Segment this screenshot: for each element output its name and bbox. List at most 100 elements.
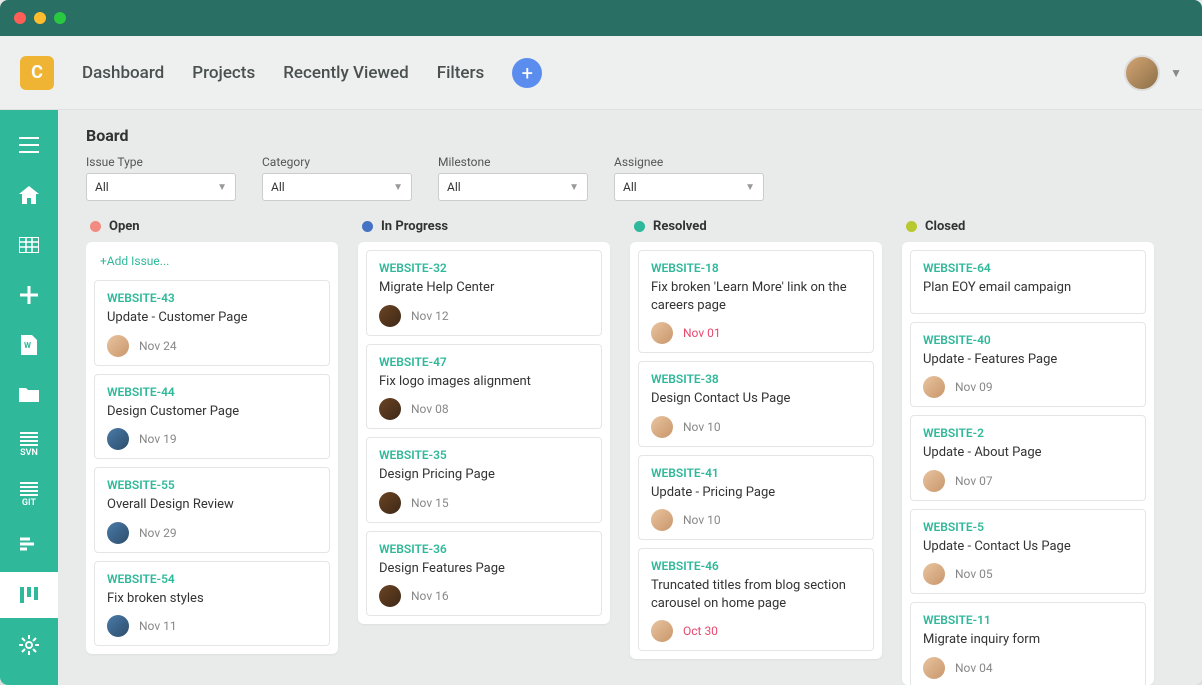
issue-meta: Nov 15 (379, 492, 589, 514)
column-body: WEBSITE-32Migrate Help CenterNov 12WEBSI… (358, 242, 610, 624)
issue-title: Fix broken styles (107, 590, 317, 608)
filter-assignee-label: Assignee (614, 155, 764, 169)
issue-title: Update - Features Page (923, 351, 1133, 369)
issue-title: Migrate inquiry form (923, 631, 1133, 649)
nav-projects[interactable]: Projects (192, 63, 255, 83)
sidebar-svn-label: SVN (20, 448, 38, 458)
issue-card[interactable]: WEBSITE-41Update - Pricing PageNov 10 (638, 455, 874, 541)
issue-card[interactable]: WEBSITE-40Update - Features PageNov 09 (910, 322, 1146, 408)
gear-icon (19, 635, 39, 655)
issue-id: WEBSITE-43 (107, 291, 317, 305)
issue-card[interactable]: WEBSITE-11Migrate inquiry formNov 04 (910, 602, 1146, 685)
filter-assignee: Assignee All ▼ (614, 155, 764, 201)
issue-due-date: Nov 10 (683, 513, 721, 527)
plus-icon (20, 286, 38, 304)
sidebar-menu-toggle[interactable] (0, 122, 58, 168)
issue-card[interactable]: WEBSITE-32Migrate Help CenterNov 12 (366, 250, 602, 336)
issue-card[interactable]: WEBSITE-18Fix broken 'Learn More' link o… (638, 250, 874, 353)
issue-title: Update - About Page (923, 444, 1133, 462)
issue-card[interactable]: WEBSITE-64Plan EOY email campaign (910, 250, 1146, 314)
sidebar-home[interactable] (0, 172, 58, 218)
sidebar-list[interactable] (0, 222, 58, 268)
app-logo[interactable]: C (20, 56, 54, 90)
issue-due-date: Nov 19 (139, 432, 177, 446)
issue-card[interactable]: WEBSITE-5Update - Contact Us PageNov 05 (910, 509, 1146, 595)
column-body: +Add Issue... WEBSITE-43Update - Customer… (86, 242, 338, 654)
issue-meta: Nov 07 (923, 470, 1133, 492)
column-header: Resolved (630, 219, 882, 234)
issue-title: Design Customer Page (107, 403, 317, 421)
assignee-avatar (107, 615, 129, 637)
document-icon: W (21, 335, 37, 355)
add-issue-button[interactable]: +Add Issue... (94, 250, 330, 272)
issue-title: Design Pricing Page (379, 466, 589, 484)
board-icon (20, 587, 38, 603)
issue-id: WEBSITE-44 (107, 385, 317, 399)
filter-milestone-select[interactable]: All ▼ (438, 173, 588, 201)
assignee-avatar (379, 398, 401, 420)
column-body: WEBSITE-18Fix broken 'Learn More' link o… (630, 242, 882, 659)
window-titlebar (0, 0, 1202, 36)
sidebar-git[interactable]: GIT (0, 472, 58, 518)
nav-filters[interactable]: Filters (437, 63, 485, 83)
sidebar-gantt[interactable] (0, 522, 58, 568)
issue-card[interactable]: WEBSITE-2Update - About PageNov 07 (910, 415, 1146, 501)
sidebar-files[interactable] (0, 372, 58, 418)
issue-id: WEBSITE-36 (379, 542, 589, 556)
filter-issue-type-select[interactable]: All ▼ (86, 173, 236, 201)
issue-due-date: Nov 24 (139, 339, 177, 353)
chevron-down-icon: ▼ (745, 182, 755, 193)
nav-recently-viewed[interactable]: Recently Viewed (283, 63, 409, 83)
user-avatar (1124, 55, 1160, 91)
assignee-avatar (923, 657, 945, 679)
issue-due-date: Nov 09 (955, 380, 993, 394)
minimize-window-button[interactable] (34, 12, 46, 24)
assignee-avatar (923, 376, 945, 398)
column-status-dot (90, 221, 101, 232)
issue-title: Plan EOY email campaign (923, 279, 1133, 297)
assignee-avatar (107, 335, 129, 357)
issue-card[interactable]: WEBSITE-54Fix broken stylesNov 11 (94, 561, 330, 647)
issue-id: WEBSITE-11 (923, 613, 1133, 627)
user-menu[interactable]: ▼ (1124, 55, 1182, 91)
main-nav: Dashboard Projects Recently Viewed Filte… (82, 63, 484, 83)
issue-meta: Nov 01 (651, 322, 861, 344)
sidebar-svn[interactable]: SVN (0, 422, 58, 468)
sidebar-board[interactable] (0, 572, 58, 618)
issue-meta: Nov 08 (379, 398, 589, 420)
column-body: WEBSITE-64Plan EOY email campaign WEBSITE… (902, 242, 1154, 685)
issue-card[interactable]: WEBSITE-47Fix logo images alignmentNov 0… (366, 344, 602, 430)
filter-category-select[interactable]: All ▼ (262, 173, 412, 201)
chevron-down-icon: ▼ (217, 182, 227, 193)
assignee-avatar (651, 509, 673, 531)
issue-card[interactable]: WEBSITE-36Design Features PageNov 16 (366, 531, 602, 617)
column-title: Resolved (653, 219, 707, 234)
add-button[interactable]: + (512, 58, 542, 88)
chevron-down-icon: ▼ (393, 182, 403, 193)
issue-card[interactable]: WEBSITE-46Truncated titles from blog sec… (638, 548, 874, 651)
sidebar-settings[interactable] (0, 622, 58, 668)
assignee-avatar (379, 305, 401, 327)
issue-card[interactable]: WEBSITE-38Design Contact Us PageNov 10 (638, 361, 874, 447)
column-header: In Progress (358, 219, 610, 234)
issue-due-date: Nov 15 (411, 496, 449, 510)
sidebar-add[interactable] (0, 272, 58, 318)
filter-assignee-select[interactable]: All ▼ (614, 173, 764, 201)
maximize-window-button[interactable] (54, 12, 66, 24)
issue-meta: Nov 10 (651, 416, 861, 438)
column-status-dot (906, 221, 917, 232)
close-window-button[interactable] (14, 12, 26, 24)
assignee-avatar (107, 428, 129, 450)
column-status-dot (634, 221, 645, 232)
issue-card[interactable]: WEBSITE-55Overall Design ReviewNov 29 (94, 467, 330, 553)
sidebar-wiki[interactable]: W (0, 322, 58, 368)
issue-id: WEBSITE-38 (651, 372, 861, 386)
column-header: Closed (902, 219, 1154, 234)
nav-dashboard[interactable]: Dashboard (82, 63, 164, 83)
issue-due-date: Nov 07 (955, 474, 993, 488)
issue-id: WEBSITE-35 (379, 448, 589, 462)
issue-card[interactable]: WEBSITE-43Update - Customer PageNov 24 (94, 280, 330, 366)
issue-due-date: Oct 30 (683, 624, 718, 638)
issue-card[interactable]: WEBSITE-35 Design Pricing Page Nov 15 (366, 437, 602, 523)
issue-card[interactable]: WEBSITE-44 Design Customer Page Nov 19 (94, 374, 330, 460)
